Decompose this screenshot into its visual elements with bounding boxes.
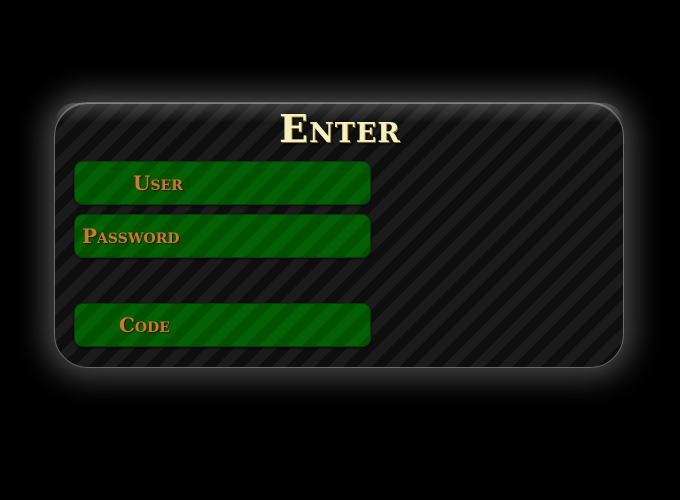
panel-title: Enter xyxy=(279,106,401,151)
code-field-label: Code xyxy=(119,313,170,337)
password-field-label: Password xyxy=(82,224,180,248)
user-field-label: User xyxy=(133,171,183,195)
user-field[interactable]: User xyxy=(74,161,371,205)
login-panel: Enter User Password Code xyxy=(54,102,624,368)
password-field[interactable]: Password xyxy=(74,214,371,258)
code-field[interactable]: Code xyxy=(74,303,371,347)
login-screen: Enter User Password Code xyxy=(0,0,680,500)
